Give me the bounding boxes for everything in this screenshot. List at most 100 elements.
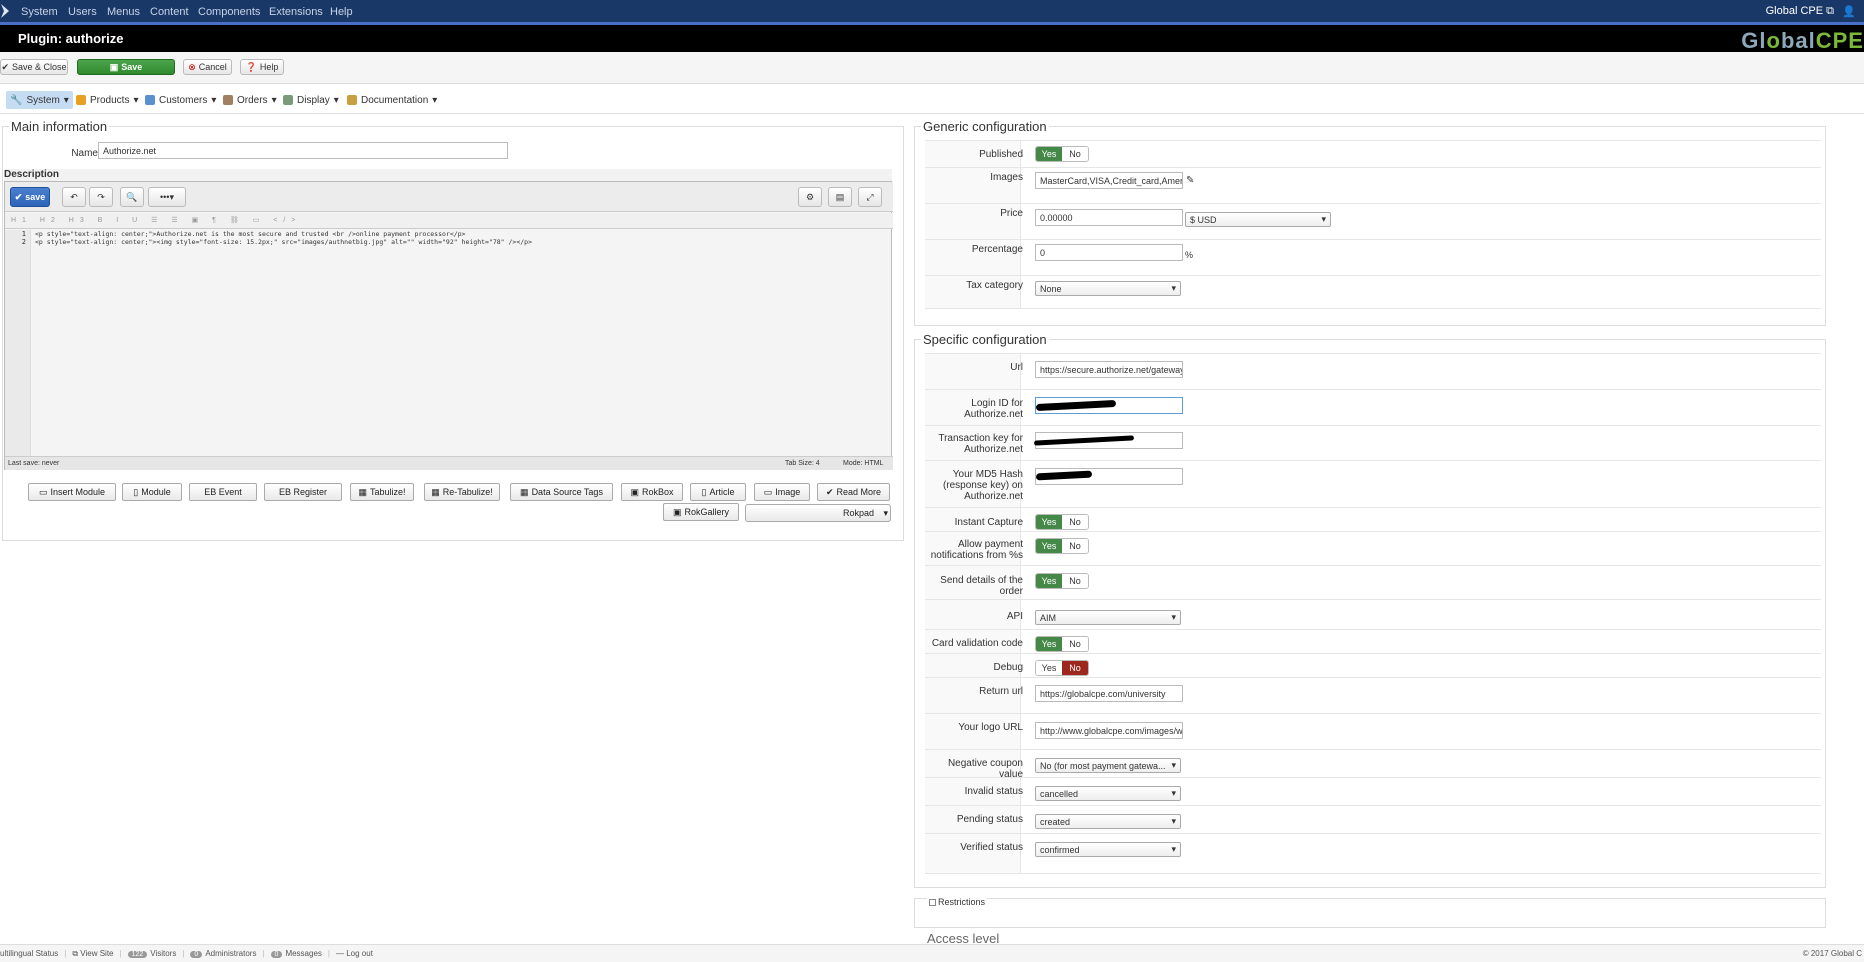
rokgallery-button[interactable]: ▣ RokGallery	[663, 503, 739, 521]
tax-category-select[interactable]: None	[1035, 281, 1181, 296]
debug-yes[interactable]: Yes	[1036, 661, 1062, 675]
visitors-indicator: 122 Visitors	[127, 949, 176, 958]
negative-coupon-select[interactable]: No (for most payment gatewa...	[1035, 758, 1181, 773]
pencil-icon[interactable]: ✎	[1186, 175, 1194, 186]
published-toggle[interactable]: Yes No	[1035, 146, 1089, 162]
invalid-status-select[interactable]: cancelled	[1035, 786, 1181, 801]
nav-user-link[interactable]: Global CPE ⧉	[1766, 5, 1834, 18]
format-toolbar: H1 H2 H3 B I U ☰ ☰ ▣ ¶ ⛓ ▭ </>	[5, 213, 893, 229]
messages-count-badge: 0	[270, 951, 283, 958]
submenu-documentation-label: Documentation	[361, 94, 429, 106]
code-content[interactable]: <p style="text-align: center;">Authorize…	[35, 230, 532, 246]
percentage-input[interactable]: 0	[1035, 244, 1183, 261]
pending-status-select[interactable]: created	[1035, 814, 1181, 829]
eb-register-button[interactable]: EB Register	[264, 483, 342, 501]
multilingual-status-link[interactable]: ultilingual Status	[0, 949, 58, 958]
nav-system[interactable]: System	[21, 6, 58, 18]
return-url-input[interactable]: https://globalcpe.com/university	[1035, 685, 1183, 702]
send-details-no[interactable]: No	[1062, 574, 1088, 588]
instant-capture-no[interactable]: No	[1062, 515, 1088, 529]
user-icon[interactable]: 👤	[1842, 5, 1856, 18]
view-site-link[interactable]: ⧉ View Site	[72, 949, 113, 959]
data-source-tags-button[interactable]: ▦ Data Source Tags	[510, 483, 613, 501]
images-input[interactable]: MasterCard,VISA,Credit_card,Amer	[1035, 172, 1183, 189]
nav-help[interactable]: Help	[330, 6, 353, 18]
eb-event-button[interactable]: EB Event	[189, 483, 257, 501]
invalid-status-label: Invalid status	[964, 786, 1023, 797]
row-divider	[925, 167, 1821, 168]
url-input[interactable]: https://secure.authorize.net/gateway	[1035, 361, 1183, 378]
card-validation-toggle[interactable]: Yes No	[1035, 636, 1089, 652]
restrictions-toggle[interactable]: Restrictions	[927, 897, 988, 907]
debug-toggle[interactable]: Yes No	[1035, 660, 1089, 676]
re-tabulize-button[interactable]: ▦ Re-Tabulize!	[424, 483, 500, 501]
send-details-yes[interactable]: Yes	[1036, 574, 1062, 588]
image-button[interactable]: ▭ Image	[754, 483, 810, 501]
undo-button[interactable]: ↶	[62, 187, 86, 207]
help-button[interactable]: ❓ Help	[240, 59, 284, 75]
redo-button[interactable]: ↷	[89, 187, 113, 207]
search-button[interactable]: 🔍	[120, 187, 144, 207]
nav-menus[interactable]: Menus	[107, 6, 140, 18]
module-button[interactable]: ▯ Module	[122, 483, 182, 501]
nav-extensions[interactable]: Extensions	[269, 6, 323, 18]
redo-icon: ↷	[97, 191, 105, 202]
nav-content[interactable]: Content	[150, 6, 189, 18]
tabulize-button[interactable]: ▦ Tabulize!	[350, 483, 414, 501]
article-button[interactable]: ▯ Article	[690, 483, 746, 501]
logout-label: Log out	[346, 949, 373, 958]
cancel-button[interactable]: ⊗ Cancel	[183, 59, 232, 75]
submenu-display[interactable]: Display ▾	[279, 91, 343, 109]
footer-divider: |	[327, 949, 330, 958]
print-button[interactable]: ▤	[828, 187, 852, 207]
submenu-products[interactable]: Products ▾	[72, 91, 143, 109]
more-options-button[interactable]: •••▾	[148, 187, 186, 207]
card-validation-yes[interactable]: Yes	[1036, 637, 1062, 651]
verified-status-select[interactable]: confirmed	[1035, 842, 1181, 857]
rokbox-button[interactable]: ▣ RokBox	[621, 483, 683, 501]
row-divider	[925, 275, 1821, 276]
save-button[interactable]: ▣ Save	[77, 59, 175, 75]
insert-module-label: Insert Module	[50, 487, 106, 497]
messages-indicator[interactable]: 0 Messages	[270, 949, 322, 958]
logout-link[interactable]: — Log out	[336, 949, 373, 958]
row-divider	[925, 777, 1821, 778]
price-input[interactable]: 0.00000	[1035, 209, 1183, 226]
footer-divider: |	[119, 949, 122, 958]
instant-capture-yes[interactable]: Yes	[1036, 515, 1062, 529]
nav-users[interactable]: Users	[68, 6, 97, 18]
rokpad-select[interactable]: Rokpad ▾	[745, 504, 891, 522]
url-label: Url	[1010, 362, 1023, 373]
submenu-customers[interactable]: Customers ▾	[141, 91, 220, 109]
api-select[interactable]: AIM	[1035, 610, 1181, 625]
nav-components[interactable]: Components	[198, 6, 260, 18]
submenu-orders[interactable]: Orders ▾	[219, 91, 281, 109]
published-no[interactable]: No	[1062, 147, 1088, 161]
allow-notifications-no[interactable]: No	[1062, 539, 1088, 553]
name-input[interactable]: Authorize.net	[98, 142, 508, 159]
allow-notifications-yes[interactable]: Yes	[1036, 539, 1062, 553]
format-icons[interactable]: H1 H2 H3 B I U ☰ ☰ ▣ ¶ ⛓ ▭ </>	[11, 216, 301, 224]
settings-button[interactable]: ⚙	[798, 187, 822, 207]
allow-notifications-toggle[interactable]: Yes No	[1035, 538, 1089, 554]
debug-no[interactable]: No	[1062, 661, 1088, 675]
instant-capture-toggle[interactable]: Yes No	[1035, 514, 1089, 530]
title-bar: Plugin: authorize GlobalCPE	[0, 25, 1864, 53]
insert-module-button[interactable]: ▭ Insert Module	[28, 483, 116, 501]
currency-select[interactable]: $ USD	[1185, 212, 1331, 227]
send-details-toggle[interactable]: Yes No	[1035, 573, 1089, 589]
eb-register-label: EB Register	[278, 487, 328, 497]
submenu-system[interactable]: 🔧 System ▾	[6, 91, 73, 109]
row-divider	[925, 565, 1821, 566]
published-yes[interactable]: Yes	[1036, 147, 1062, 161]
caret-down-icon: ▾	[883, 508, 888, 518]
fullscreen-button[interactable]: ⤢	[858, 187, 882, 207]
card-validation-no[interactable]: No	[1062, 637, 1088, 651]
submenu-documentation[interactable]: Documentation ▾	[343, 91, 441, 109]
save-close-button[interactable]: ✔ Save & Close	[0, 59, 68, 75]
read-more-button[interactable]: ✔ Read More	[817, 483, 890, 501]
editor-save-button[interactable]: ✔ save	[10, 187, 50, 207]
joomla-logo-icon[interactable]	[0, 2, 10, 20]
logo-url-input[interactable]: http://www.globalcpe.com/images/we	[1035, 722, 1183, 739]
negative-coupon-label: Negative coupon value	[947, 758, 1023, 780]
